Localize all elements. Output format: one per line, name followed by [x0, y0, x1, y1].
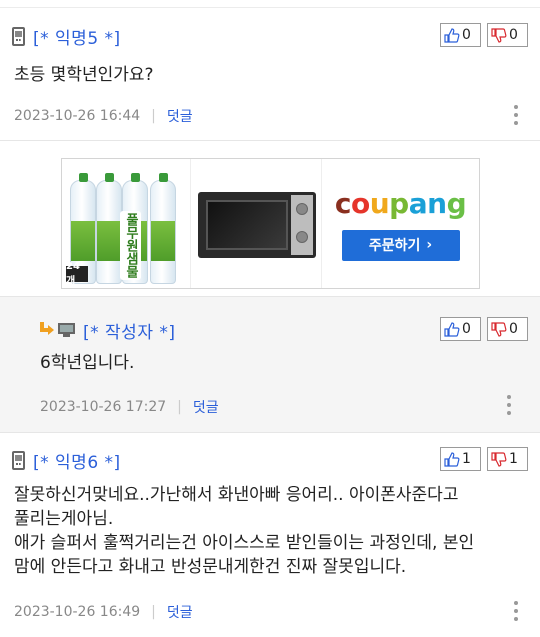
- reply-body: 6학년입니다.: [40, 353, 135, 373]
- reply-date: 2023-10-26 17:27: [40, 399, 167, 415]
- meta-separator: |: [177, 399, 182, 415]
- upvote-button[interactable]: 0: [440, 317, 481, 341]
- reply-link[interactable]: 덧글: [193, 397, 219, 417]
- reply-link[interactable]: 덧글: [167, 602, 193, 622]
- upvote-count: 0: [462, 27, 471, 43]
- coupang-logo-letter: g: [446, 186, 467, 220]
- thumbs-up-icon: [444, 451, 460, 467]
- downvote-count: 0: [509, 27, 518, 43]
- meta-separator: |: [151, 604, 156, 620]
- more-options-icon[interactable]: [506, 395, 512, 415]
- coupang-logo-letter: n: [427, 186, 447, 220]
- thumbs-up-icon: [444, 27, 460, 43]
- coupang-logo-letter: c: [334, 186, 352, 220]
- comment-header: [* 익명5 *]: [12, 23, 121, 49]
- comment-author[interactable]: [* 익명6 *]: [33, 448, 121, 473]
- vote-buttons: 1 1: [440, 447, 528, 471]
- upvote-count: 0: [462, 321, 471, 337]
- coupang-logo: coupang: [334, 186, 467, 220]
- upvote-count: 1: [462, 451, 471, 467]
- downvote-button[interactable]: 1: [487, 447, 528, 471]
- ad-banner[interactable]: 풀무원샘물 24개 coupang 주문하기 ›: [61, 158, 480, 289]
- ad-section: 풀무원샘물 24개 coupang 주문하기 ›: [0, 140, 540, 296]
- coupang-logo-letter: o: [350, 186, 370, 220]
- meta-separator: |: [151, 108, 156, 124]
- order-button-label: 주문하기: [368, 238, 421, 254]
- microwave-image: [191, 159, 322, 288]
- upvote-button[interactable]: 1: [440, 447, 481, 471]
- vote-buttons: 0 0: [440, 317, 528, 341]
- comment-item: [* 익명5 *] 0 0 초등 몇학년인가요? 2023-10-26 16:4…: [0, 9, 540, 140]
- vote-buttons: 0 0: [440, 23, 528, 47]
- comment-body: 잘못하신거맞네요..가난해서 화낸아빠 응어리.. 아이폰사준다고 풀리는게아님…: [14, 483, 526, 579]
- coupang-logo-letter: u: [369, 186, 390, 220]
- comment-meta: 2023-10-26 16:49 | 덧글: [14, 602, 193, 622]
- water-bottles-image: 풀무원샘물 24개: [62, 159, 191, 288]
- upvote-button[interactable]: 0: [440, 23, 481, 47]
- thumbs-up-icon: [444, 321, 460, 337]
- comment-meta: 2023-10-26 16:44 | 덧글: [14, 106, 193, 126]
- coupang-ad: coupang 주문하기 ›: [322, 159, 479, 288]
- thumbs-down-icon: [491, 27, 507, 43]
- reply-item: [* 작성자 *] 0 0 6학년입니다. 2023-10-26 17:27 |…: [0, 296, 540, 432]
- downvote-button[interactable]: 0: [487, 317, 528, 341]
- more-options-icon[interactable]: [513, 105, 519, 125]
- more-options-icon[interactable]: [513, 601, 519, 621]
- comment-item: [* 익명6 *] 1 1 잘못하신거맞네요..가난해서 화낸아빠 응어리.. …: [0, 432, 540, 637]
- comment-author[interactable]: [* 익명5 *]: [33, 24, 121, 49]
- downvote-count: 1: [509, 451, 518, 467]
- comment-body-line: 풀리는게아님.: [14, 509, 114, 529]
- comment-body-line: 애가 슬퍼서 훌쩍거리는건 아이스스로 받인들이는 과정인데, 본인: [14, 533, 475, 553]
- ad-brand-label: 풀무원샘물: [120, 211, 141, 280]
- chevron-right-icon: ›: [426, 237, 433, 253]
- top-divider: [0, 0, 540, 8]
- thumbs-down-icon: [491, 451, 507, 467]
- coupang-logo-letter: p: [389, 186, 409, 220]
- downvote-count: 0: [509, 321, 518, 337]
- comment-date: 2023-10-26 16:44: [14, 108, 141, 124]
- comment-body-line: 잘못하신거맞네요..가난해서 화낸아빠 응어리.. 아이폰사준다고: [14, 485, 459, 505]
- comment-body: 초등 몇학년인가요?: [14, 65, 154, 85]
- thumbs-down-icon: [491, 321, 507, 337]
- reply-link[interactable]: 덧글: [167, 106, 193, 126]
- coupang-logo-letter: a: [408, 186, 428, 220]
- comment-header: [* 익명6 *]: [12, 447, 121, 473]
- order-button[interactable]: 주문하기 ›: [341, 229, 460, 261]
- reply-arrow-icon: [38, 322, 54, 338]
- comment-body-line: 맘에 안든다고 화내고 반성문내게한건 진짜 잘못입니다.: [14, 557, 407, 577]
- mobile-phone-icon: [12, 450, 25, 470]
- mobile-phone-icon: [12, 26, 25, 46]
- reply-header: [* 작성자 *]: [38, 317, 176, 343]
- reply-meta: 2023-10-26 17:27 | 덧글: [40, 397, 219, 417]
- comment-date: 2023-10-26 16:49: [14, 604, 141, 620]
- reply-author[interactable]: [* 작성자 *]: [83, 318, 176, 343]
- pc-monitor-icon: [58, 322, 75, 338]
- ad-pack-label: 24개: [66, 261, 88, 287]
- downvote-button[interactable]: 0: [487, 23, 528, 47]
